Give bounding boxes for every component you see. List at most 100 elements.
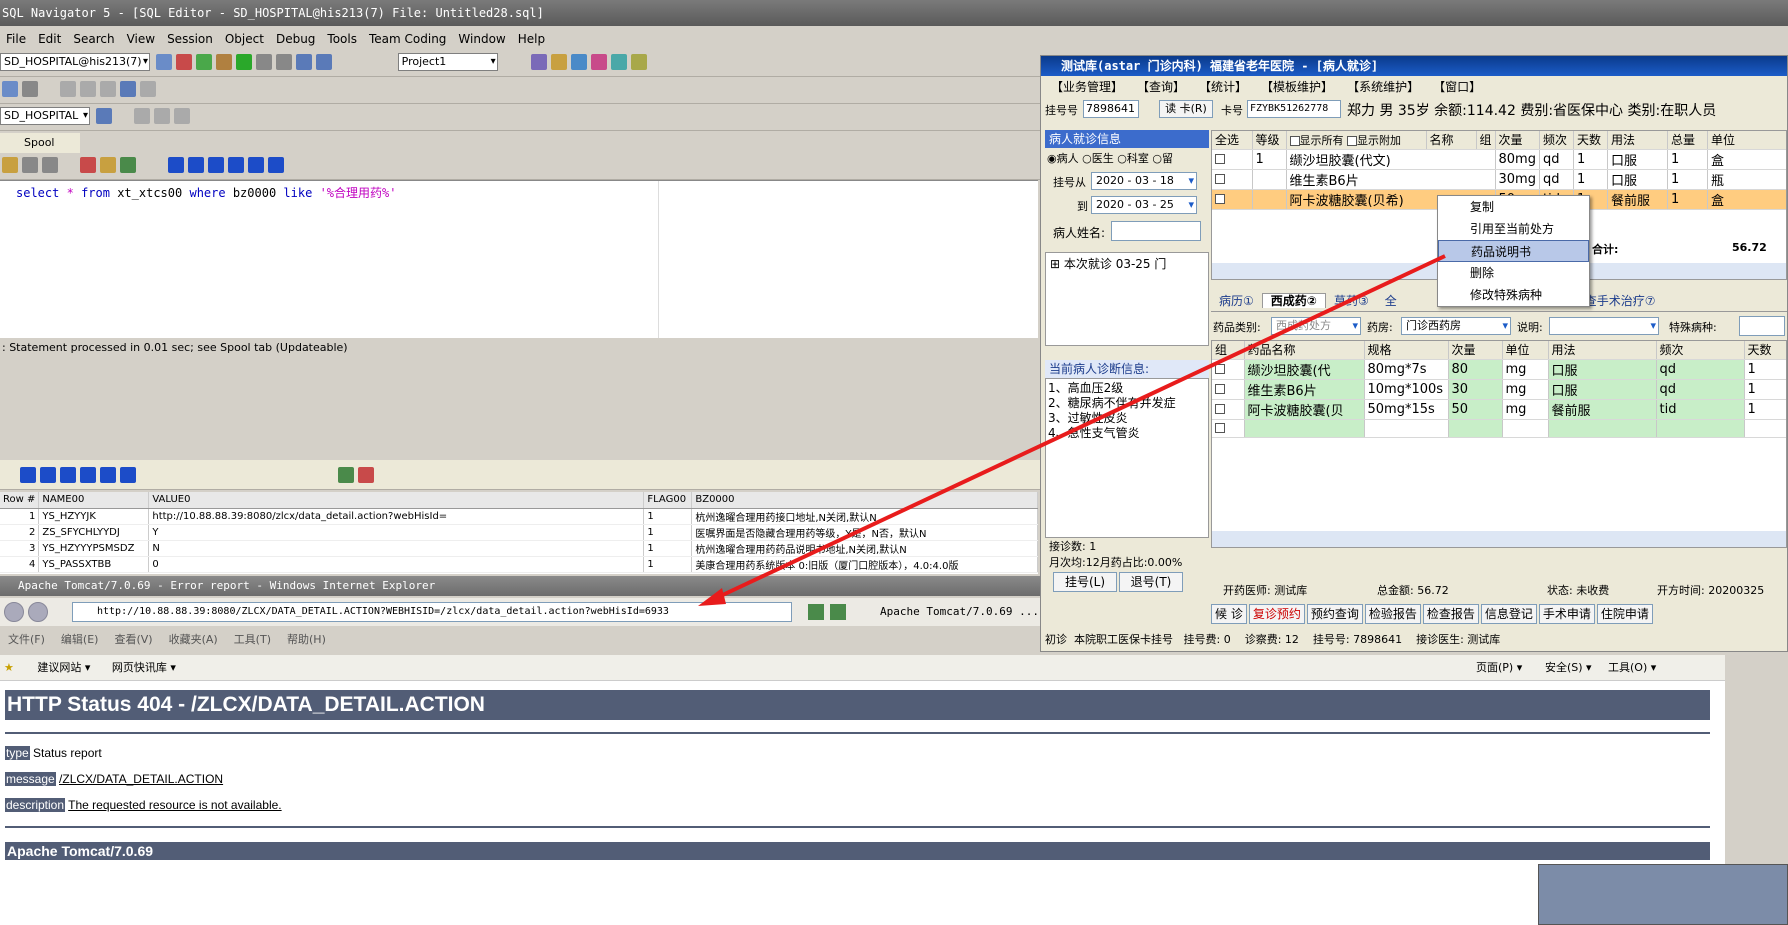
- cell[interactable]: 口服: [1548, 359, 1657, 380]
- first-icon[interactable]: [168, 157, 184, 173]
- radio-doctor[interactable]: 医生: [1092, 152, 1114, 165]
- tool-icon[interactable]: [173, 108, 190, 124]
- cell[interactable]: mg: [1502, 379, 1549, 400]
- tab-herbal[interactable]: 草药③: [1326, 294, 1377, 308]
- his-menu-system[interactable]: 【系统维护】: [1353, 80, 1419, 94]
- tool-icon[interactable]: [551, 54, 568, 70]
- cell[interactable]: 1: [1744, 399, 1786, 420]
- tool-icon[interactable]: [571, 54, 588, 70]
- stop-icon[interactable]: [248, 157, 264, 173]
- cell[interactable]: 1: [643, 540, 693, 557]
- his-menu-template[interactable]: 【模板维护】: [1267, 80, 1333, 94]
- cell[interactable]: 餐前服: [1548, 399, 1657, 420]
- ctx-delete[interactable]: 删除: [1438, 262, 1589, 284]
- exam-report-button[interactable]: 检查报告: [1422, 604, 1479, 624]
- delete-record-icon[interactable]: [120, 467, 136, 483]
- ie-tab[interactable]: Apache Tomcat/7.0.69 ...: [860, 602, 1040, 622]
- col-header[interactable]: NAME00: [38, 492, 150, 509]
- cell[interactable]: 10mg*100s: [1364, 379, 1449, 400]
- run-icon[interactable]: [235, 54, 252, 70]
- table-row[interactable]: 4 YS_PASSXTBB 0 1 美康合理用药系统版本 0:旧版（厦门口腔版本），4.…: [0, 556, 1038, 573]
- cell[interactable]: tid: [1656, 399, 1745, 420]
- menu-session[interactable]: Session: [167, 32, 213, 46]
- project-combo[interactable]: Project1: [397, 53, 498, 71]
- cell[interactable]: 医嘱界面是否隐藏合理用药等级，Y是，N否，默认N: [691, 524, 1038, 541]
- commit-icon[interactable]: [295, 54, 312, 70]
- cell[interactable]: 1: [1744, 359, 1786, 380]
- prev-record-icon[interactable]: [40, 467, 56, 483]
- tool-icon[interactable]: [631, 54, 648, 70]
- cell[interactable]: 0: [148, 556, 645, 573]
- tab-spool[interactable]: Spool: [0, 133, 80, 153]
- menu-view[interactable]: View: [127, 32, 155, 46]
- menu-edit[interactable]: Edit: [38, 32, 61, 46]
- result-grid[interactable]: Row # NAME00 VALUE0 FLAG00 BZ0000 1 YS_HZYYJK…: [0, 492, 1038, 574]
- rollback-icon[interactable]: [315, 54, 332, 70]
- tab-record[interactable]: 病历①: [1211, 294, 1262, 308]
- cell[interactable]: 杭州逸曜合理用药药品说明书地址,N关闭,默认N: [691, 540, 1038, 557]
- cell[interactable]: 口服: [1548, 379, 1657, 400]
- to-date[interactable]: 2020 - 03 - 25: [1091, 196, 1197, 214]
- cell[interactable]: 4: [0, 556, 40, 573]
- cell[interactable]: YS_HZYYYPSMSDZ: [38, 540, 150, 557]
- menu-object[interactable]: Object: [225, 32, 264, 46]
- cell[interactable]: 30: [1448, 379, 1503, 400]
- col-select-all[interactable]: 全选: [1215, 133, 1239, 147]
- open-icon[interactable]: [215, 54, 232, 70]
- fav-suggested-sites[interactable]: 建议网站 ▾: [37, 661, 90, 674]
- pause-icon[interactable]: [255, 54, 272, 70]
- visit-tree[interactable]: ⊞ 本次就诊 03-25 门: [1045, 252, 1209, 346]
- waiting-button[interactable]: 候 诊: [1211, 604, 1247, 624]
- insert-record-icon[interactable]: [100, 467, 116, 483]
- cell[interactable]: 50mg*15s: [1364, 399, 1449, 420]
- schema-combo[interactable]: SD_HOSPITAL: [0, 107, 90, 125]
- connection-combo[interactable]: SD_HOSPITAL@his213(7): [0, 53, 150, 71]
- sql-icon[interactable]: [2, 157, 18, 173]
- tree-item[interactable]: 本次就诊 03-25 门: [1064, 257, 1167, 271]
- tool-icon[interactable]: [611, 54, 628, 70]
- ie-menu-favorites[interactable]: 收藏夹(A): [169, 633, 218, 646]
- forward-icon[interactable]: [28, 602, 48, 622]
- surgery-button[interactable]: 手术申请: [1538, 604, 1595, 624]
- copy-icon[interactable]: [80, 81, 96, 97]
- row-checkbox[interactable]: [1215, 194, 1225, 204]
- globe-icon[interactable]: [195, 54, 212, 70]
- compat-icon[interactable]: [808, 604, 824, 620]
- table-row[interactable]: 2 ZS_SFYCHLYYDJ Y 1 医嘱界面是否隐藏合理用药等级，Y是，N否，默认N: [0, 524, 1038, 541]
- name-input[interactable]: [1111, 221, 1201, 241]
- ie-menu-file[interactable]: 文件(F): [8, 633, 45, 646]
- menu-debug[interactable]: Debug: [276, 32, 315, 46]
- ie-menu-edit[interactable]: 编辑(E): [61, 633, 99, 646]
- row-checkbox[interactable]: [1215, 404, 1225, 414]
- connect-icon[interactable]: [155, 54, 172, 70]
- last-icon[interactable]: [268, 157, 284, 173]
- cell[interactable]: 1: [643, 508, 693, 525]
- his-menu-query[interactable]: 【查询】: [1143, 80, 1185, 94]
- col-header[interactable]: FLAG00: [643, 492, 693, 509]
- table-row[interactable]: [1212, 419, 1786, 438]
- menu-file[interactable]: File: [6, 32, 26, 46]
- save-icon[interactable]: [2, 81, 18, 97]
- back-icon[interactable]: [4, 602, 24, 622]
- cell[interactable]: 80: [1448, 359, 1503, 380]
- cell[interactable]: 80mg*7s: [1364, 359, 1449, 380]
- radio-stay[interactable]: 留: [1162, 152, 1173, 165]
- show-extra-checkbox[interactable]: [1347, 135, 1357, 146]
- table-row[interactable]: 维生素B6片 30mg qd 1 口服 1 瓶: [1212, 169, 1786, 190]
- play-icon[interactable]: [208, 157, 224, 173]
- next-record-icon[interactable]: [60, 467, 76, 483]
- cell[interactable]: 1: [1744, 379, 1786, 400]
- disconnect-icon[interactable]: [175, 54, 192, 70]
- fav-web-slice[interactable]: 网页快讯库 ▾: [112, 661, 176, 674]
- pharm-select[interactable]: 门诊西药房: [1401, 317, 1511, 335]
- cell[interactable]: 美康合理用药系统版本 0:旧版（厦门口腔版本），4.0:4.0版: [691, 556, 1038, 573]
- admission-button[interactable]: 住院申请: [1596, 604, 1653, 624]
- cell[interactable]: qd: [1656, 379, 1745, 400]
- cell[interactable]: 维生素B6片: [1244, 379, 1365, 400]
- cmd-safety[interactable]: 安全(S) ▾: [1545, 655, 1592, 681]
- cell[interactable]: Y: [148, 524, 645, 541]
- row-checkbox[interactable]: [1215, 384, 1225, 394]
- reg-no-input[interactable]: 7898641: [1083, 100, 1139, 118]
- info-register-button[interactable]: 信息登记: [1480, 604, 1537, 624]
- tool-icon[interactable]: [120, 157, 136, 173]
